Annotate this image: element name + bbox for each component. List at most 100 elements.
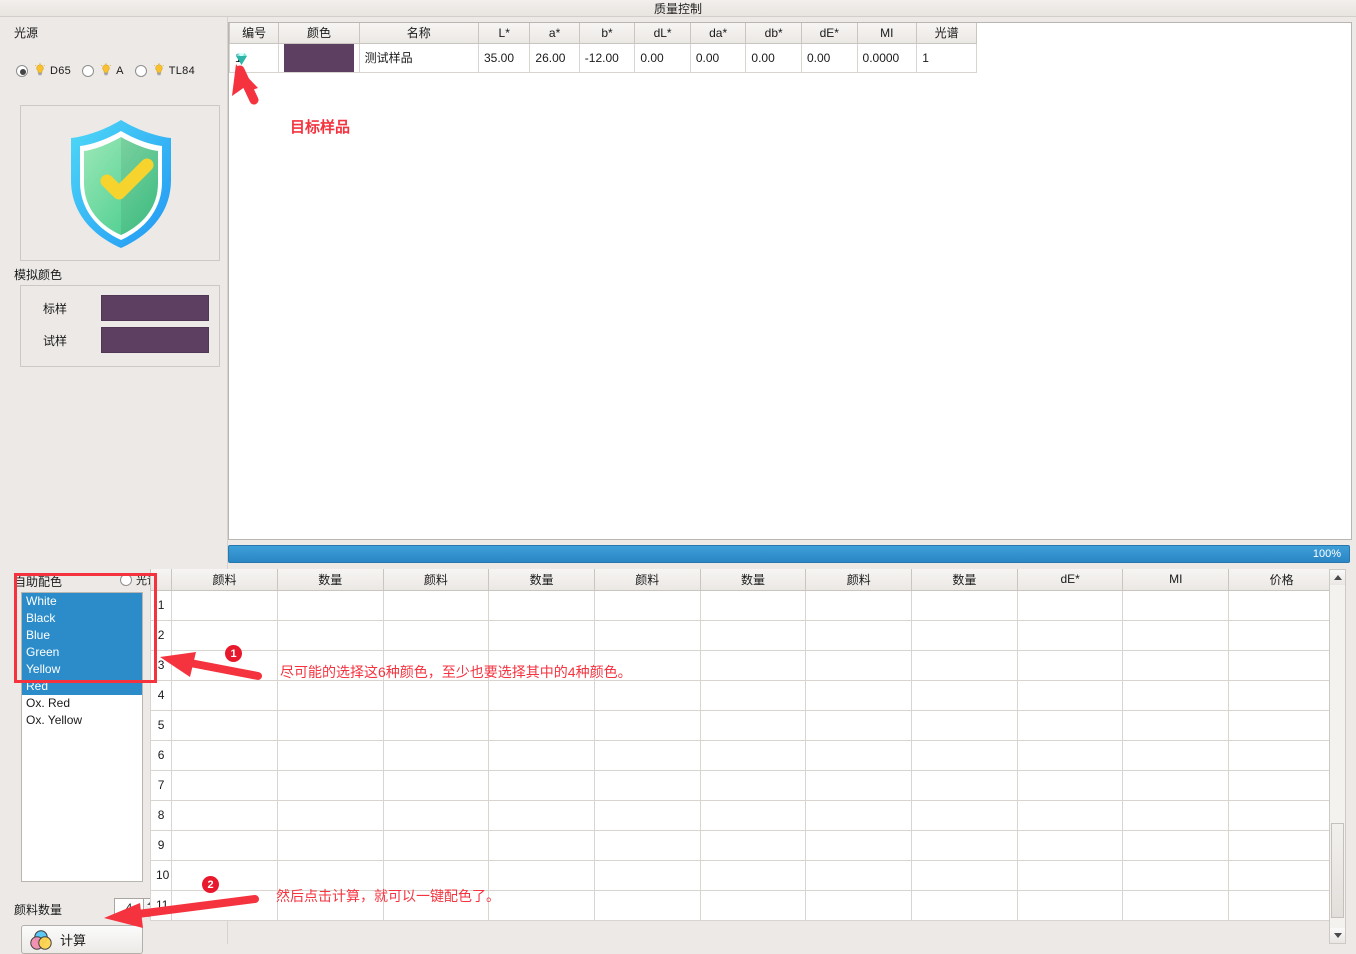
table-cell[interactable] <box>700 860 806 890</box>
row-number[interactable]: 10 <box>151 860 172 890</box>
table-cell[interactable]: 测试样品 <box>359 43 478 72</box>
table-row[interactable]: 4 <box>151 680 1335 710</box>
paint-list-item[interactable]: Black <box>22 610 142 627</box>
table-cell[interactable]: 0.00 <box>635 43 691 72</box>
table-cell[interactable] <box>277 830 383 860</box>
table-cell[interactable] <box>489 620 595 650</box>
column-header[interactable]: dE* <box>801 23 857 43</box>
table-cell[interactable] <box>806 860 912 890</box>
table-cell[interactable] <box>1017 740 1123 770</box>
table-cell[interactable] <box>1229 890 1335 920</box>
column-header[interactable]: 颜色 <box>279 23 359 43</box>
formula-grid-scrollbar[interactable] <box>1329 569 1346 944</box>
table-cell[interactable] <box>172 890 278 920</box>
table-cell[interactable] <box>172 860 278 890</box>
table-cell[interactable] <box>594 860 700 890</box>
table-cell[interactable] <box>1017 890 1123 920</box>
table-cell[interactable] <box>912 590 1018 620</box>
table-cell[interactable]: 0.0000 <box>857 43 917 72</box>
table-cell[interactable] <box>1017 860 1123 890</box>
table-row[interactable]: 6 <box>151 740 1335 770</box>
table-cell[interactable] <box>383 860 489 890</box>
table-cell[interactable] <box>806 800 912 830</box>
table-cell[interactable] <box>172 830 278 860</box>
table-cell[interactable] <box>1229 710 1335 740</box>
table-cell[interactable] <box>1229 650 1335 680</box>
column-header[interactable]: 颜料 <box>172 569 278 590</box>
table-cell[interactable] <box>594 770 700 800</box>
light-source-option-tl84[interactable]: TL84 <box>135 63 195 78</box>
table-row[interactable]: 1 <box>151 590 1335 620</box>
paint-list-item[interactable]: Yellow <box>22 661 142 678</box>
scroll-down-icon[interactable] <box>1330 928 1345 943</box>
scroll-up-icon[interactable] <box>1330 570 1345 585</box>
table-cell[interactable] <box>700 590 806 620</box>
table-cell[interactable] <box>383 680 489 710</box>
table-cell[interactable] <box>277 800 383 830</box>
table-cell[interactable] <box>700 710 806 740</box>
row-number[interactable]: 7 <box>151 770 172 800</box>
table-cell[interactable]: 0.00 <box>801 43 857 72</box>
table-cell[interactable] <box>1017 620 1123 650</box>
table-cell[interactable] <box>383 620 489 650</box>
table-cell[interactable] <box>594 710 700 740</box>
table-cell[interactable] <box>1229 860 1335 890</box>
table-cell[interactable] <box>489 770 595 800</box>
table-cell[interactable] <box>172 800 278 830</box>
table-cell[interactable] <box>700 830 806 860</box>
radio-d65[interactable] <box>16 65 28 77</box>
table-row[interactable]: 8 <box>151 800 1335 830</box>
table-row[interactable]: 2 <box>151 620 1335 650</box>
column-header[interactable]: 数量 <box>489 569 595 590</box>
column-header[interactable]: L* <box>478 23 529 43</box>
column-header[interactable]: 价格 <box>1229 569 1335 590</box>
table-cell[interactable] <box>700 680 806 710</box>
table-cell[interactable] <box>912 800 1018 830</box>
table-cell[interactable] <box>1123 740 1229 770</box>
table-cell[interactable]: 26.00 <box>530 43 579 72</box>
table-cell[interactable] <box>1017 650 1123 680</box>
table-cell[interactable] <box>1123 770 1229 800</box>
column-header[interactable]: MI <box>857 23 917 43</box>
calculate-button[interactable]: 计算 <box>21 925 143 954</box>
row-number[interactable]: 2 <box>151 620 172 650</box>
table-cell[interactable] <box>912 830 1018 860</box>
table-cell[interactable] <box>172 620 278 650</box>
paint-list-item[interactable]: Ox. Yellow <box>22 712 142 729</box>
table-cell[interactable] <box>806 680 912 710</box>
table-cell[interactable] <box>277 740 383 770</box>
table-cell[interactable] <box>806 740 912 770</box>
paint-list-item[interactable]: Ox. Red <box>22 695 142 712</box>
table-cell[interactable] <box>594 680 700 710</box>
table-cell[interactable] <box>172 650 278 680</box>
column-header[interactable]: 数量 <box>912 569 1018 590</box>
table-cell[interactable]: 0.00 <box>690 43 746 72</box>
table-cell[interactable] <box>912 740 1018 770</box>
table-cell[interactable] <box>1017 710 1123 740</box>
table-cell[interactable] <box>1017 770 1123 800</box>
table-cell[interactable] <box>172 680 278 710</box>
column-header[interactable]: 颜料 <box>383 569 489 590</box>
table-cell[interactable] <box>172 710 278 740</box>
table-cell[interactable] <box>489 740 595 770</box>
column-header[interactable]: 名称 <box>359 23 478 43</box>
table-cell[interactable] <box>1229 680 1335 710</box>
table-cell[interactable] <box>1123 590 1229 620</box>
row-id-cell[interactable]: 1 <box>230 43 279 72</box>
table-cell[interactable] <box>1229 620 1335 650</box>
table-cell[interactable] <box>806 770 912 800</box>
table-cell[interactable] <box>1123 650 1229 680</box>
table-cell[interactable] <box>594 800 700 830</box>
column-header[interactable]: 光谱 <box>917 23 977 43</box>
table-cell[interactable] <box>489 590 595 620</box>
table-cell[interactable] <box>1229 740 1335 770</box>
table-cell[interactable] <box>912 860 1018 890</box>
table-cell[interactable] <box>277 890 383 920</box>
table-cell[interactable] <box>489 800 595 830</box>
table-cell[interactable] <box>489 710 595 740</box>
column-header[interactable]: db* <box>746 23 802 43</box>
table-cell[interactable] <box>277 620 383 650</box>
formula-grid[interactable]: 颜料数量颜料数量颜料数量颜料数量dE*MI价格 1 2 3 4 5 6 7 8 … <box>150 569 1351 944</box>
table-cell[interactable] <box>489 830 595 860</box>
column-header[interactable]: 颜料 <box>806 569 912 590</box>
